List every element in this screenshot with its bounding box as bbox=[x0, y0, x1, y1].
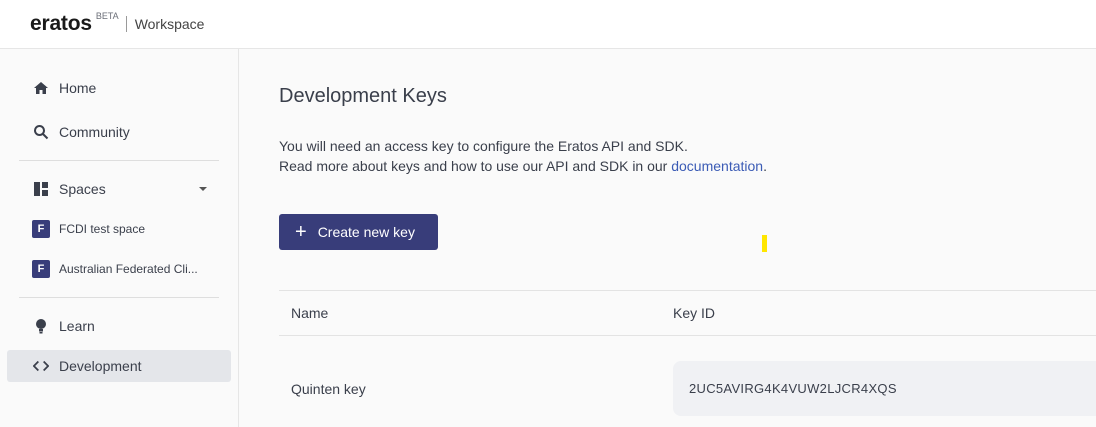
key-id-cell[interactable]: 2UC5AVIRG4K4VUW2LJCR4XQS bbox=[673, 361, 1096, 416]
top-bar: eratos BETA Workspace bbox=[0, 0, 1096, 49]
sidebar: Home Community Spaces F FCDI test space … bbox=[0, 49, 239, 427]
table-row[interactable]: Quinten key 2UC5AVIRG4K4VUW2LJCR4XQS bbox=[279, 336, 1096, 416]
workspace-label: Workspace bbox=[134, 16, 205, 32]
documentation-link[interactable]: documentation bbox=[671, 158, 763, 174]
app-logo[interactable]: eratos bbox=[30, 12, 92, 36]
sidebar-divider bbox=[19, 297, 219, 298]
space-badge: F bbox=[32, 220, 50, 238]
spaces-icon bbox=[33, 181, 49, 197]
lightbulb-icon bbox=[33, 318, 49, 334]
description-period: . bbox=[763, 158, 767, 174]
text-cursor-highlight bbox=[762, 235, 767, 252]
sidebar-item-label: Community bbox=[59, 124, 130, 140]
home-icon bbox=[33, 80, 49, 96]
sidebar-divider bbox=[19, 160, 219, 161]
space-label: Australian Federated Cli... bbox=[59, 262, 198, 276]
description-text: Read more about keys and how to use our … bbox=[279, 158, 672, 174]
column-header-name[interactable]: Name bbox=[291, 305, 328, 321]
space-item-fcdi[interactable]: F FCDI test space bbox=[7, 214, 231, 244]
description-line-1: You will need an access key to configure… bbox=[279, 138, 688, 154]
space-label: FCDI test space bbox=[59, 222, 146, 236]
sidebar-item-label: Spaces bbox=[59, 181, 106, 197]
create-new-key-label: Create new key bbox=[317, 224, 415, 240]
header-divider bbox=[125, 16, 127, 32]
keys-table: Name Key ID Quinten key 2UC5AVIRG4K4VUW2… bbox=[279, 290, 1096, 416]
key-id-value: 2UC5AVIRG4K4VUW2LJCR4XQS bbox=[689, 381, 897, 396]
column-header-key-id[interactable]: Key ID bbox=[673, 305, 715, 321]
beta-badge: BETA bbox=[95, 11, 119, 21]
sidebar-item-development[interactable]: Development bbox=[7, 350, 231, 382]
page-title: Development Keys bbox=[279, 85, 447, 107]
main-content: Development Keys You will need an access… bbox=[240, 49, 1096, 427]
sidebar-item-community[interactable]: Community bbox=[7, 116, 231, 148]
chevron-down-icon[interactable] bbox=[199, 187, 207, 191]
key-name-cell: Quinten key bbox=[291, 381, 366, 397]
sidebar-item-spaces[interactable]: Spaces bbox=[7, 173, 231, 205]
sidebar-item-label: Development bbox=[59, 358, 142, 374]
sidebar-item-home[interactable]: Home bbox=[7, 72, 231, 104]
search-icon bbox=[33, 124, 49, 140]
description-line-2: Read more about keys and how to use our … bbox=[279, 156, 767, 176]
space-item-australian[interactable]: F Australian Federated Cli... bbox=[7, 254, 231, 284]
code-icon bbox=[33, 358, 49, 374]
create-new-key-button[interactable]: + Create new key bbox=[279, 214, 438, 250]
table-header: Name Key ID bbox=[279, 290, 1096, 336]
sidebar-item-label: Learn bbox=[59, 318, 95, 334]
sidebar-item-learn[interactable]: Learn bbox=[7, 310, 231, 342]
sidebar-item-label: Home bbox=[59, 80, 97, 96]
page-description: You will need an access key to configure… bbox=[279, 136, 767, 176]
plus-icon: + bbox=[295, 221, 307, 243]
space-badge: F bbox=[32, 260, 50, 278]
